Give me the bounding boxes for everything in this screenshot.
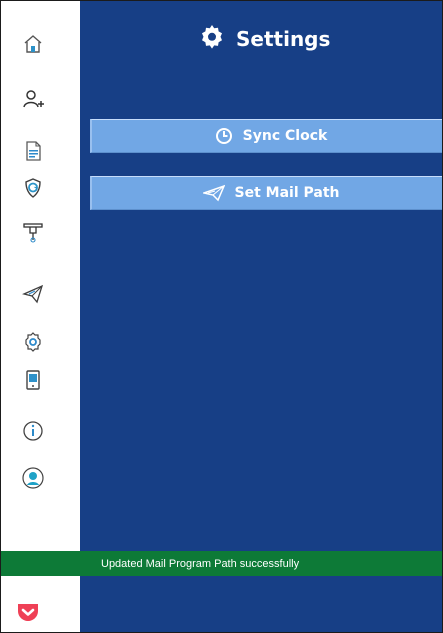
sidebar-item-mobile[interactable] [21, 368, 45, 392]
main-panel: Settings Sync Clock Set Mail Path [80, 1, 442, 632]
sync-clock-button[interactable]: Sync Clock [90, 119, 442, 153]
home-icon [21, 32, 45, 56]
pocket-button[interactable] [16, 602, 40, 622]
sidebar-item-send[interactable] [21, 282, 45, 306]
sidebar [1, 1, 80, 632]
paper-plane-icon [21, 282, 45, 306]
sidebar-item-security[interactable] [21, 176, 45, 200]
tool-icon [21, 220, 45, 244]
sidebar-item-add-user[interactable] [21, 87, 45, 111]
add-user-icon [21, 87, 45, 111]
pocket-icon [16, 604, 40, 626]
paper-plane-icon [202, 184, 225, 202]
page-title: Settings [236, 27, 331, 51]
gear-icon [21, 330, 45, 354]
sync-clock-label: Sync Clock [242, 128, 328, 144]
user-profile-icon [21, 466, 45, 490]
sidebar-item-tools[interactable] [21, 220, 45, 244]
set-mail-path-label: Set Mail Path [234, 185, 340, 201]
app-window: Settings Sync Clock Set Mail Path Update… [0, 0, 443, 633]
set-mail-path-button[interactable]: Set Mail Path [90, 176, 442, 210]
mobile-device-icon [21, 368, 45, 392]
gear-icon [198, 23, 226, 55]
status-bar: Updated Mail Program Path successfully [1, 551, 442, 576]
sidebar-item-home[interactable] [21, 32, 45, 56]
document-icon [21, 139, 45, 163]
info-icon [21, 419, 45, 443]
sidebar-item-info[interactable] [21, 419, 45, 443]
sidebar-item-documents[interactable] [21, 139, 45, 163]
status-message: Updated Mail Program Path successfully [101, 557, 300, 570]
sidebar-item-settings[interactable] [21, 330, 45, 354]
sidebar-item-profile[interactable] [21, 466, 45, 490]
page-title-group: Settings [198, 23, 330, 55]
shield-icon [21, 176, 45, 200]
clock-icon [215, 127, 233, 145]
